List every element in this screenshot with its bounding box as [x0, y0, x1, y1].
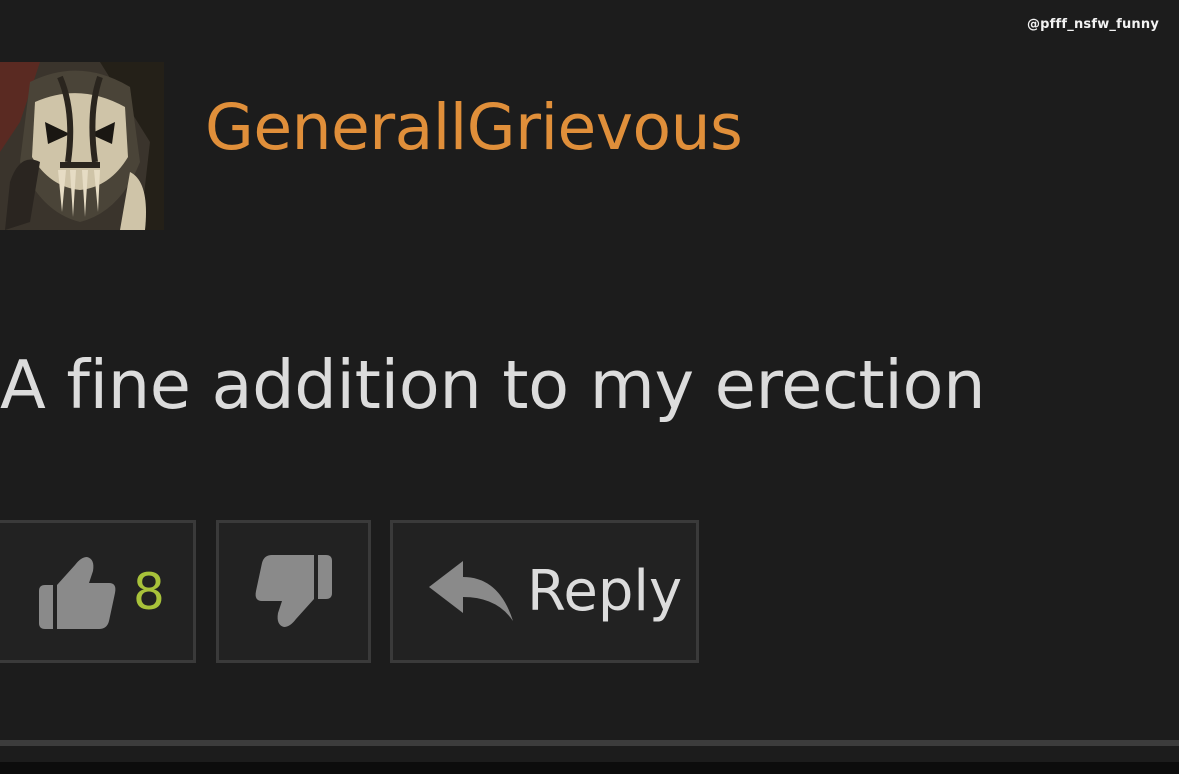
- thumbs-up-icon: [39, 556, 116, 629]
- username[interactable]: GenerallGrievous: [205, 96, 743, 159]
- reply-arrow-icon: [429, 560, 513, 621]
- divider: [0, 740, 1179, 746]
- avatar[interactable]: [0, 62, 164, 230]
- thumbs-down-icon: [255, 554, 332, 627]
- like-button[interactable]: 8: [0, 520, 196, 663]
- dislike-button[interactable]: [216, 520, 371, 663]
- like-count: 8: [133, 562, 165, 621]
- avatar-image: [0, 62, 164, 230]
- reply-button[interactable]: Reply: [390, 520, 699, 663]
- bottom-edge: [0, 762, 1179, 774]
- reply-label: Reply: [527, 558, 683, 624]
- watermark: @pfff_nsfw_funny: [1026, 17, 1159, 32]
- comment-text: A fine addition to my erection: [0, 346, 986, 424]
